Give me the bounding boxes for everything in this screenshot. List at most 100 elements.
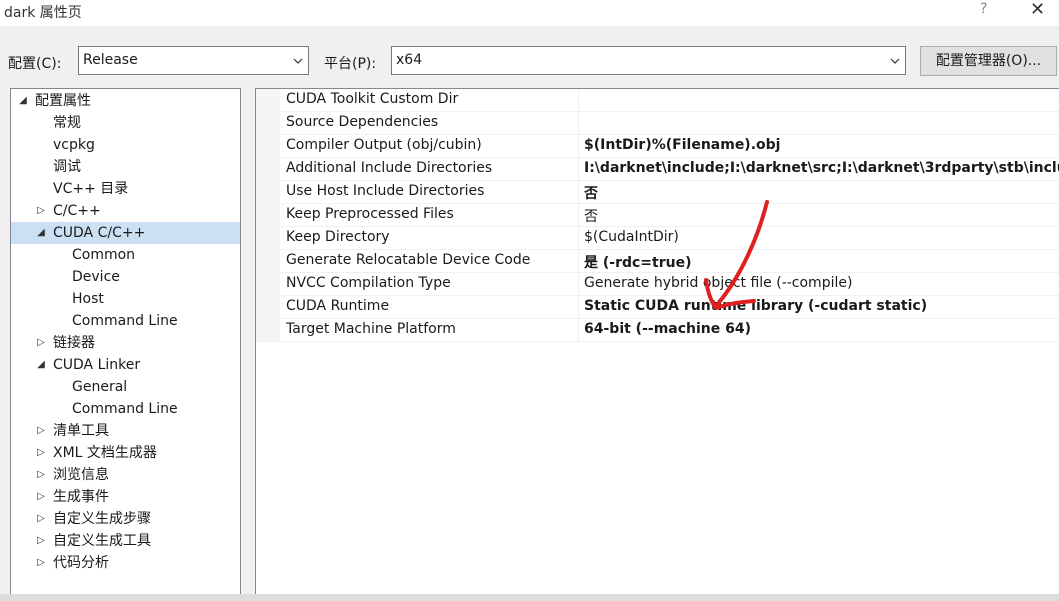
tree-item[interactable]: ◢ CUDA Linker — [11, 354, 240, 376]
property-value[interactable]: Static CUDA runtime library (-cudart sta… — [584, 298, 1059, 314]
tree-item[interactable]: 调试 — [11, 156, 240, 178]
chevron-down-icon — [293, 58, 303, 64]
tree-item-label: Common — [72, 247, 136, 263]
tree-item-label: XML 文档生成器 — [53, 445, 157, 461]
tree-item-label: Device — [72, 269, 120, 285]
property-value[interactable]: 否 — [584, 206, 1059, 226]
property-name: Use Host Include Directories — [286, 183, 485, 199]
triangle-down-icon[interactable]: ◢ — [17, 90, 29, 112]
column-divider — [578, 112, 579, 134]
grid-gutter — [256, 89, 280, 342]
help-icon[interactable]: ? — [980, 1, 987, 17]
column-divider — [578, 273, 579, 295]
tree-item-label: 浏览信息 — [53, 467, 109, 483]
property-value[interactable]: 64-bit (--machine 64) — [584, 321, 1059, 337]
platform-value: x64 — [396, 52, 423, 68]
tree-item[interactable]: ▷ 自定义生成工具 — [11, 530, 240, 552]
property-name: Target Machine Platform — [286, 321, 456, 337]
triangle-right-icon[interactable]: ▷ — [35, 464, 47, 486]
column-divider — [578, 135, 579, 157]
property-row[interactable]: Source Dependencies — [280, 112, 1059, 135]
config-manager-button[interactable]: 配置管理器(O)... — [920, 46, 1057, 76]
tree-item[interactable]: Command Line — [11, 398, 240, 420]
tree-item-label: 清单工具 — [53, 423, 109, 439]
property-value[interactable]: 否 — [584, 183, 1059, 203]
tree-item-label: C/C++ — [53, 203, 101, 219]
property-row[interactable]: Generate Relocatable Device Code 是 (-rdc=… — [280, 250, 1059, 273]
tree-item[interactable]: General — [11, 376, 240, 398]
tree-item[interactable]: ▷ XML 文档生成器 — [11, 442, 240, 464]
property-grid: CUDA Toolkit Custom Dir Source Dependenci… — [255, 88, 1059, 595]
tree-item-label: 常规 — [53, 115, 81, 131]
tree-item[interactable]: VC++ 目录 — [11, 178, 240, 200]
tree-item-label: Command Line — [72, 401, 178, 417]
tree-item[interactable]: ◢ 配置属性 — [11, 90, 240, 112]
window-title: dark 属性页 — [4, 5, 82, 21]
config-value: Release — [83, 52, 138, 68]
property-value[interactable]: Generate hybrid object file (--compile) — [584, 275, 1059, 291]
platform-select[interactable]: x64 — [391, 46, 906, 75]
tree-item-label: 自定义生成工具 — [53, 533, 151, 549]
column-divider — [578, 181, 579, 203]
property-row[interactable]: Use Host Include Directories 否 — [280, 181, 1059, 204]
tree-item[interactable]: 常规 — [11, 112, 240, 134]
property-row[interactable]: Compiler Output (obj/cubin) $(IntDir)%(Fi… — [280, 135, 1059, 158]
tree-item-label: vcpkg — [53, 137, 95, 153]
triangle-right-icon[interactable]: ▷ — [35, 442, 47, 464]
tree-item[interactable]: ▷ 链接器 — [11, 332, 240, 354]
column-divider — [578, 89, 579, 111]
triangle-right-icon[interactable]: ▷ — [35, 508, 47, 530]
property-value[interactable]: I:\darknet\include;I:\darknet\src;I:\dar… — [584, 160, 1059, 176]
column-divider — [578, 319, 579, 341]
property-name: Keep Directory — [286, 229, 390, 245]
tree-item[interactable]: ▷ 生成事件 — [11, 486, 240, 508]
tree-item[interactable]: ◢ CUDA C/C++ — [11, 222, 240, 244]
property-value[interactable]: $(IntDir)%(Filename).obj — [584, 137, 1059, 153]
tree-item[interactable]: ▷ C/C++ — [11, 200, 240, 222]
property-row[interactable]: CUDA Runtime Static CUDA runtime library … — [280, 296, 1059, 319]
column-divider — [578, 204, 579, 226]
title-bar: dark 属性页 ? ✕ — [0, 0, 1059, 26]
property-row[interactable]: NVCC Compilation Type Generate hybrid obj… — [280, 273, 1059, 296]
tree-item-label: 配置属性 — [35, 93, 91, 109]
triangle-right-icon[interactable]: ▷ — [35, 530, 47, 552]
triangle-right-icon[interactable]: ▷ — [35, 200, 47, 222]
property-name: Keep Preprocessed Files — [286, 206, 454, 222]
platform-label: 平台(P): — [324, 56, 377, 72]
property-name: CUDA Runtime — [286, 298, 390, 314]
tree-item[interactable]: Device — [11, 266, 240, 288]
tree-item-label: Host — [72, 291, 104, 307]
tree-item-label: CUDA C/C++ — [53, 225, 146, 241]
close-icon[interactable]: ✕ — [1030, 0, 1045, 20]
tree-item[interactable]: Command Line — [11, 310, 240, 332]
tree-item[interactable]: ▷ 浏览信息 — [11, 464, 240, 486]
property-name: Source Dependencies — [286, 114, 439, 130]
column-divider — [578, 296, 579, 318]
config-select[interactable]: Release — [78, 46, 309, 75]
triangle-right-icon[interactable]: ▷ — [35, 332, 47, 354]
property-row[interactable]: Keep Directory $(CudaIntDir) — [280, 227, 1059, 250]
tree-item-label: 调试 — [53, 159, 81, 175]
property-row[interactable]: Target Machine Platform 64-bit (--machine… — [280, 319, 1059, 342]
property-name: NVCC Compilation Type — [286, 275, 451, 291]
property-row[interactable]: Keep Preprocessed Files 否 — [280, 204, 1059, 227]
triangle-down-icon[interactable]: ◢ — [35, 354, 47, 376]
property-row[interactable]: CUDA Toolkit Custom Dir — [280, 89, 1059, 112]
tree-item-label: 生成事件 — [53, 489, 109, 505]
tree-item[interactable]: ▷ 自定义生成步骤 — [11, 508, 240, 530]
triangle-down-icon[interactable]: ◢ — [35, 222, 47, 244]
tree-item[interactable]: ▷ 清单工具 — [11, 420, 240, 442]
triangle-right-icon[interactable]: ▷ — [35, 486, 47, 508]
property-value[interactable]: $(CudaIntDir) — [584, 229, 1059, 245]
tree-item[interactable]: vcpkg — [11, 134, 240, 156]
property-value[interactable]: 是 (-rdc=true) — [584, 252, 1059, 272]
config-toolbar: 配置(C): Release 平台(P): x64 配置管理器(O)... — [0, 40, 1059, 80]
tree-item[interactable]: ▷ 代码分析 — [11, 552, 240, 574]
triangle-right-icon[interactable]: ▷ — [35, 552, 47, 574]
tree-item-label: CUDA Linker — [53, 357, 141, 373]
tree-item[interactable]: Host — [11, 288, 240, 310]
property-name: CUDA Toolkit Custom Dir — [286, 91, 459, 107]
tree-item[interactable]: Common — [11, 244, 240, 266]
property-row[interactable]: Additional Include Directories I:\darknet… — [280, 158, 1059, 181]
triangle-right-icon[interactable]: ▷ — [35, 420, 47, 442]
